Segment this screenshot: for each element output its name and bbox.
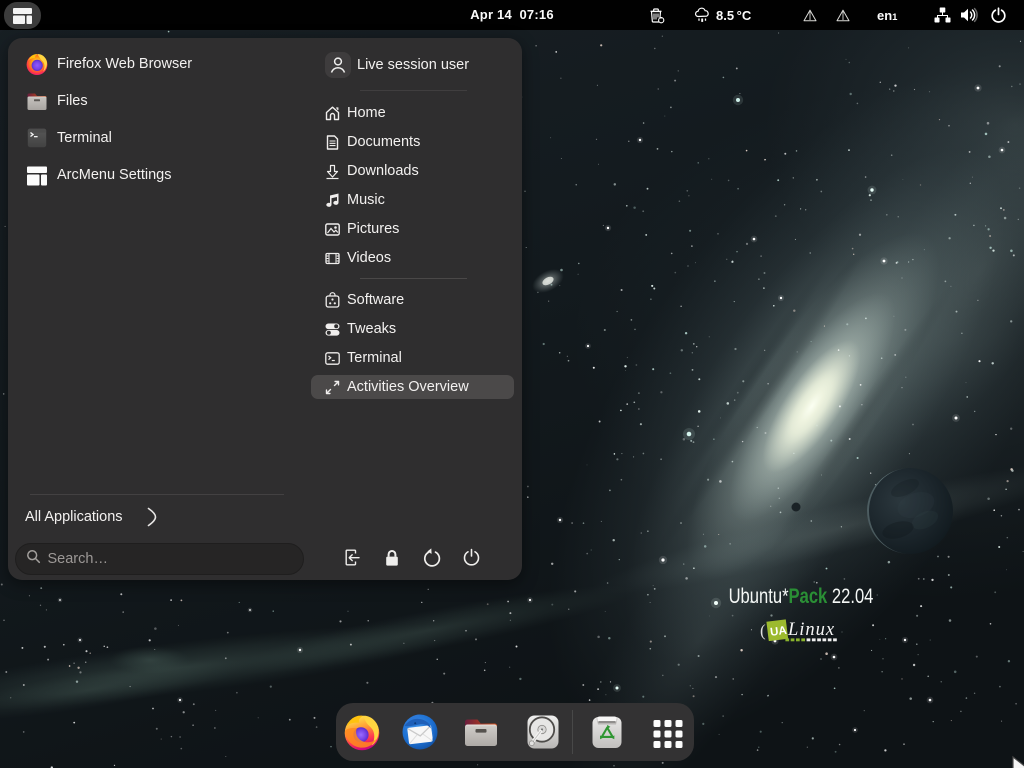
svg-text:Linux: Linux [787,620,835,640]
svg-text:(: ( [760,621,766,640]
svg-text:UA: UA [770,625,788,639]
